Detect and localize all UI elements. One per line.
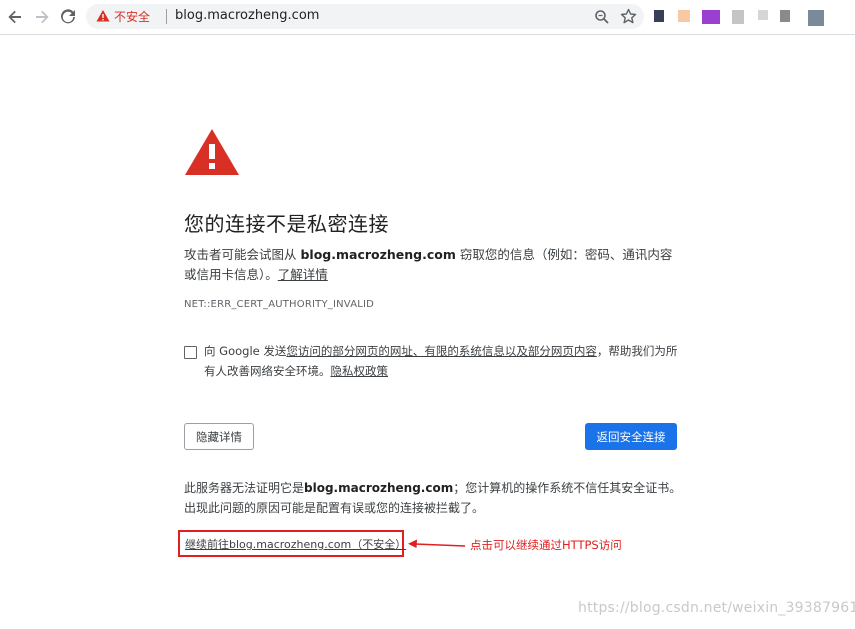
back-arrow-icon[interactable] <box>4 6 26 28</box>
forward-arrow-icon[interactable] <box>31 6 53 28</box>
insecure-label[interactable]: 不安全 <box>114 8 150 25</box>
reload-icon[interactable] <box>57 6 79 28</box>
details-paragraph: 此服务器无法证明它是blog.macrozheng.com；您计算机的操作系统不… <box>184 478 684 518</box>
explanation-paragraph: 攻击者可能会试图从 blog.macrozheng.com 窃取您的信息（例如：… <box>184 245 674 285</box>
extension-icon[interactable] <box>702 10 720 24</box>
report-optin-text: 向 Google 发送您访问的部分网页的网址、有限的系统信息以及部分网页内容，帮… <box>204 341 682 381</box>
explanation-domain: blog.macrozheng.com <box>300 247 456 262</box>
avatar[interactable] <box>808 10 824 26</box>
report-optin-checkbox[interactable] <box>184 346 197 359</box>
details-domain: blog.macrozheng.com <box>304 481 454 495</box>
annotation-arrow-icon <box>408 539 466 548</box>
extension-icon[interactable] <box>678 10 690 22</box>
optin-details-link[interactable]: 您访问的部分网页的网址、有限的系统信息以及部分网页内容 <box>286 344 597 358</box>
details-prefix: 此服务器无法证明它是 <box>184 481 305 495</box>
warning-triangle-icon <box>185 129 239 175</box>
error-code: NET::ERR_CERT_AUTHORITY_INVALID <box>184 299 375 310</box>
learn-more-link[interactable]: 了解详情 <box>278 267 328 282</box>
zoom-icon[interactable] <box>594 9 610 25</box>
privacy-policy-link[interactable]: 隐私权政策 <box>331 364 389 378</box>
omnibox-separator <box>166 9 167 24</box>
back-to-safety-button[interactable]: 返回安全连接 <box>585 423 677 450</box>
extension-icons <box>650 6 850 28</box>
annotation-text: 点击可以继续通过HTTPS访问 <box>470 538 622 552</box>
address-bar[interactable]: 不安全 blog.macrozheng.com <box>86 4 644 29</box>
hide-details-button[interactable]: 隐藏详情 <box>184 423 254 450</box>
watermark: https://blog.csdn.net/weixin_39387961 <box>578 600 855 616</box>
extension-icon[interactable] <box>654 10 664 22</box>
extension-icon[interactable] <box>758 10 768 20</box>
optin-prefix: 向 Google 发送 <box>204 344 287 358</box>
explanation-prefix: 攻击者可能会试图从 <box>184 247 301 262</box>
browser-window: 不安全 blog.macrozheng.com 您的连接不是私密连接 攻击者可能… <box>0 0 855 629</box>
page-title: 您的连接不是私密连接 <box>184 212 389 236</box>
url-text[interactable]: blog.macrozheng.com <box>175 8 319 23</box>
extension-icon[interactable] <box>732 10 744 24</box>
proceed-unsafe-link[interactable]: 继续前往blog.macrozheng.com（不安全） <box>185 536 406 552</box>
warning-triangle-icon[interactable] <box>96 9 110 23</box>
extension-icon[interactable] <box>780 10 790 22</box>
star-icon[interactable] <box>620 8 637 25</box>
browser-toolbar: 不安全 blog.macrozheng.com <box>0 0 855 35</box>
